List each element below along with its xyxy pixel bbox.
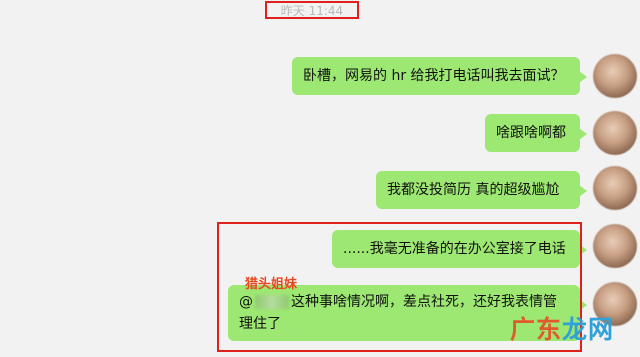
avatar[interactable] (593, 111, 637, 155)
message-bubble[interactable]: 卧槽，网易的 hr 给我打电话叫我去面试？ (292, 57, 587, 95)
watermark-logo: 广东龙网 (510, 310, 614, 346)
message-text: 啥跟啥啊都 (496, 125, 566, 141)
watermark-char: 东 (536, 315, 563, 344)
avatar[interactable] (593, 54, 637, 98)
annotation-label: 猎头姐妹 (245, 277, 298, 292)
timestamp-text: 昨天 11:44 (280, 3, 344, 18)
avatar[interactable] (593, 166, 637, 210)
avatar[interactable] (593, 224, 637, 268)
message-text: 卧槽，网易的 hr 给我打电话叫我去面试？ (303, 68, 565, 84)
message-bubble[interactable]: 我都没投简历 真的超级尴尬 (376, 171, 587, 209)
watermark-char: 网 (588, 315, 615, 344)
message-text: 我都没投简历 真的超级尴尬 (387, 182, 560, 198)
watermark-char: 广 (510, 315, 537, 344)
timestamp-box: 昨天 11:44 (265, 1, 359, 19)
watermark-char: 龙 (562, 315, 589, 344)
message-bubble[interactable]: 啥跟啥啊都 (485, 114, 587, 152)
